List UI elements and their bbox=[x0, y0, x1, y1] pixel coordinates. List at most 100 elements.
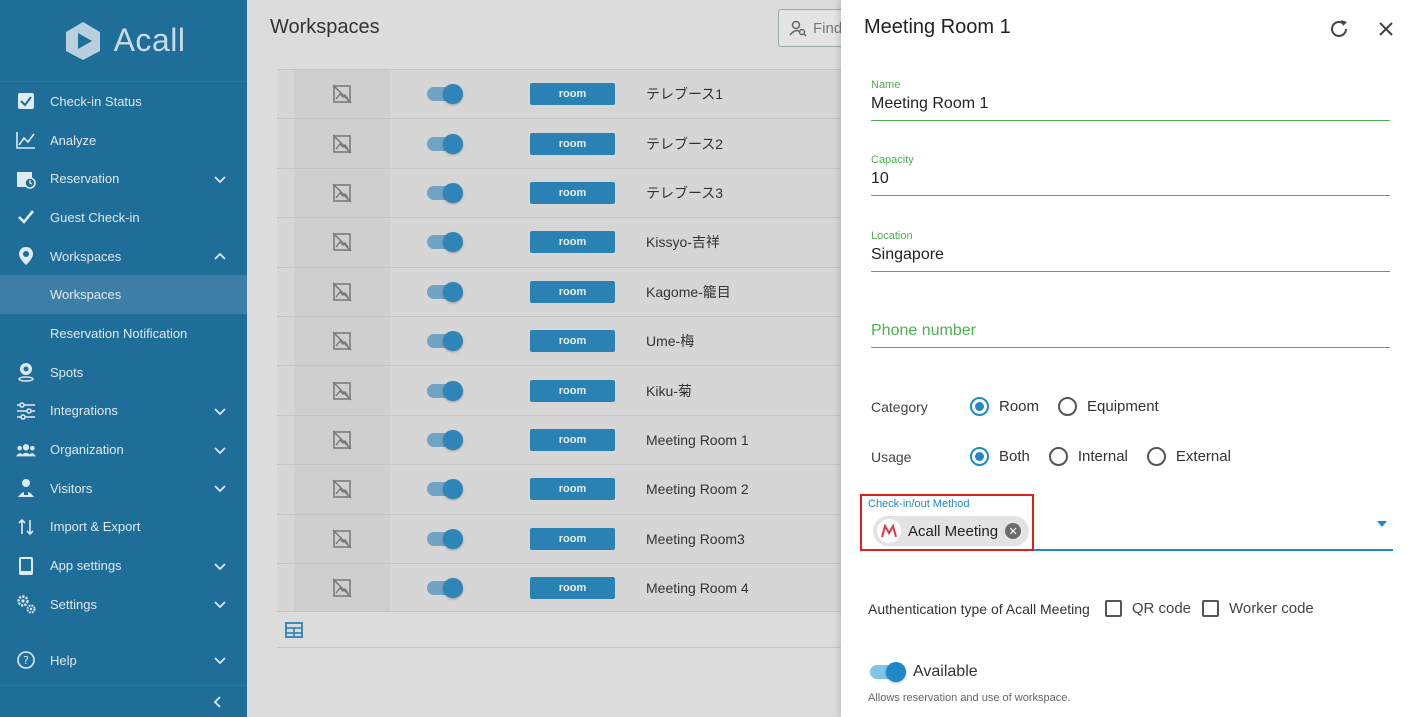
workspace-name: Meeting Room3 bbox=[646, 530, 745, 547]
sidebar-item-spots[interactable]: Spots bbox=[0, 353, 247, 392]
table-row[interactable]: room Meeting Room3 bbox=[277, 513, 841, 563]
type-chip: room bbox=[530, 280, 615, 303]
table-row[interactable]: room Kagome-籠目 bbox=[277, 266, 841, 316]
workspace-name: テレブース3 bbox=[646, 184, 724, 201]
sidebar-item-help[interactable]: ? Help bbox=[0, 641, 247, 680]
table-row[interactable]: room Meeting Room 4 bbox=[277, 562, 841, 613]
sidebar-item-label: Workspaces bbox=[50, 248, 122, 264]
row-toggle[interactable] bbox=[427, 578, 463, 599]
sidebar-item-label: Analyze bbox=[50, 132, 97, 148]
location-field[interactable]: Location Singapore bbox=[871, 230, 1390, 272]
no-image-icon bbox=[332, 479, 352, 499]
check-icon bbox=[16, 207, 36, 227]
close-icon[interactable] bbox=[1375, 18, 1397, 40]
row-toggle[interactable] bbox=[427, 84, 463, 105]
toggle-switch[interactable] bbox=[870, 662, 906, 682]
row-toggle[interactable] bbox=[427, 281, 463, 302]
chevron-down-icon bbox=[214, 657, 226, 665]
refresh-icon[interactable] bbox=[1328, 18, 1350, 40]
row-toggle[interactable] bbox=[427, 331, 463, 352]
usage-both-radio[interactable]: Both bbox=[970, 447, 1030, 466]
location-label: Location bbox=[871, 230, 913, 242]
table-row[interactable]: room テレブース2 bbox=[277, 118, 841, 168]
radio-checked-icon bbox=[970, 397, 989, 416]
sidebar-item-check-in-status[interactable]: Check-in Status bbox=[0, 82, 247, 121]
radio-unchecked-icon bbox=[1058, 397, 1078, 416]
capacity-field[interactable]: Capacity 10 bbox=[871, 154, 1390, 196]
image-cell bbox=[294, 563, 390, 613]
sidebar-item-organization[interactable]: Organization bbox=[0, 430, 247, 469]
table-row[interactable]: room テレブース1 bbox=[277, 69, 841, 119]
sidebar-item-app-settings[interactable]: App settings bbox=[0, 546, 247, 585]
name-field[interactable]: Name Meeting Room 1 bbox=[871, 79, 1390, 121]
search-placeholder: Find bbox=[813, 19, 843, 37]
type-chip: room bbox=[530, 330, 615, 353]
available-toggle[interactable]: Available bbox=[870, 662, 978, 682]
workspace-name: テレブース2 bbox=[646, 135, 724, 152]
gears-icon bbox=[16, 594, 36, 614]
table-row[interactable]: room Meeting Room 2 bbox=[277, 464, 841, 514]
workspace-name: Kiku-菊 bbox=[646, 382, 692, 399]
row-toggle[interactable] bbox=[427, 232, 463, 253]
category-room-radio[interactable]: Room bbox=[970, 397, 1039, 416]
chevron-down-icon bbox=[214, 601, 226, 609]
sidebar-item-settings[interactable]: Settings bbox=[0, 585, 247, 624]
sidebar-item-integrations[interactable]: Integrations bbox=[0, 392, 247, 431]
checkbox-unchecked-icon bbox=[1202, 600, 1220, 617]
sidebar-item-label: Help bbox=[50, 652, 77, 668]
table-row[interactable]: room Kiku-菊 bbox=[277, 365, 841, 415]
dropdown-arrow-icon[interactable] bbox=[1377, 521, 1387, 527]
table-grid-icon[interactable] bbox=[285, 621, 303, 638]
type-chip: room bbox=[530, 577, 615, 600]
checkbox-unchecked-icon bbox=[1104, 600, 1122, 617]
radio-label: Internal bbox=[1077, 448, 1128, 465]
category-label: Category bbox=[871, 398, 928, 415]
sidebar-subitem-reservation-notification[interactable]: Reservation Notification bbox=[0, 314, 247, 353]
category-equipment-radio[interactable]: Equipment bbox=[1058, 397, 1159, 416]
sidebar-item-analyze[interactable]: Analyze bbox=[0, 121, 247, 160]
auth-type-label: Authentication type of Acall Meeting bbox=[868, 600, 1090, 617]
sidebar-subitem-workspaces[interactable]: Workspaces bbox=[0, 275, 247, 315]
name-label: Name bbox=[871, 79, 901, 91]
workspace-name: テレブース1 bbox=[646, 86, 724, 103]
image-cell bbox=[294, 366, 390, 415]
capacity-value: 10 bbox=[871, 170, 889, 187]
sidebar-item-guest-check-in[interactable]: Guest Check-in bbox=[0, 198, 247, 237]
type-chip: room bbox=[530, 132, 615, 155]
row-toggle[interactable] bbox=[427, 429, 463, 450]
checkbox-icon bbox=[16, 91, 36, 111]
capacity-label: Capacity bbox=[871, 154, 914, 166]
sidebar-item-visitors[interactable]: Visitors bbox=[0, 469, 247, 508]
table-row[interactable]: room テレブース3 bbox=[277, 167, 841, 218]
collapse-sidebar-button[interactable] bbox=[0, 685, 247, 717]
no-image-icon bbox=[332, 282, 352, 302]
no-image-icon bbox=[332, 331, 352, 351]
logo[interactable]: Acall bbox=[0, 0, 247, 82]
row-toggle[interactable] bbox=[427, 528, 463, 549]
row-toggle[interactable] bbox=[427, 380, 463, 401]
phone-placeholder: Phone number bbox=[871, 322, 976, 339]
qr-code-checkbox[interactable]: QR code bbox=[1104, 600, 1191, 617]
table-row[interactable]: room Ume-梅 bbox=[277, 315, 841, 366]
phone-field[interactable]: Phone number bbox=[871, 322, 1390, 348]
sidebar-item-label: Reservation Notification bbox=[50, 325, 188, 341]
no-image-icon bbox=[332, 578, 352, 598]
worker-code-checkbox[interactable]: Worker code bbox=[1202, 600, 1314, 617]
table-row[interactable]: room Kissyo-吉祥 bbox=[277, 217, 841, 267]
sidebar-item-label: Check-in Status bbox=[50, 93, 142, 109]
row-toggle[interactable] bbox=[427, 182, 463, 203]
sliders-icon bbox=[16, 401, 36, 421]
row-toggle[interactable] bbox=[427, 479, 463, 500]
type-chip: room bbox=[530, 231, 615, 254]
sidebar-item-reservation[interactable]: Reservation bbox=[0, 159, 247, 198]
table-row[interactable]: room Meeting Room 1 bbox=[277, 414, 841, 465]
chevron-down-icon bbox=[214, 408, 226, 416]
usage-external-radio[interactable]: External bbox=[1146, 447, 1231, 466]
sidebar-item-workspaces[interactable]: Workspaces bbox=[0, 237, 247, 276]
sidebar-item-import-export[interactable]: Import & Export bbox=[0, 508, 247, 547]
usage-internal-radio[interactable]: Internal bbox=[1048, 447, 1128, 466]
workspaces-main: Workspaces Find room テレブース1 room テレブース2 … bbox=[247, 0, 868, 717]
acall-logo-icon bbox=[65, 21, 100, 60]
row-toggle[interactable] bbox=[427, 133, 463, 154]
chart-icon bbox=[16, 130, 36, 150]
